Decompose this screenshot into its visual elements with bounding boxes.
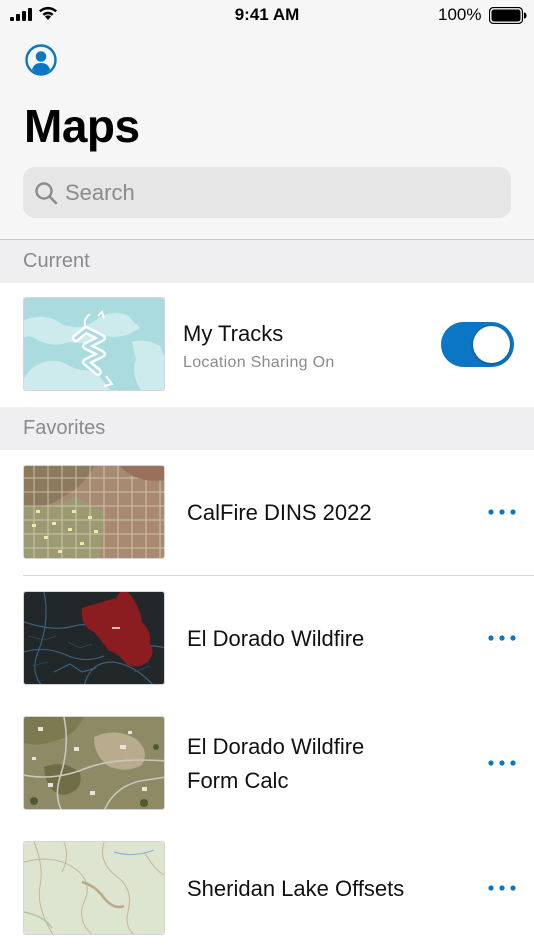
section-header-favorites: Favorites [0, 407, 534, 450]
search-input[interactable] [65, 167, 495, 218]
map-title: El Dorado Wildfire [187, 626, 365, 651]
list-item[interactable]: El Dorado Wildfire Form Calc [0, 701, 534, 827]
list-item[interactable]: Sheridan Lake Offsets [0, 826, 534, 950]
search-bar[interactable] [23, 167, 511, 218]
list-item[interactable]: El Dorado Wildfire [0, 576, 534, 702]
map-title: Sheridan Lake Offsets [187, 876, 405, 901]
more-icon[interactable] [486, 626, 518, 650]
profile-icon[interactable] [25, 44, 57, 76]
map-thumbnail [23, 716, 165, 810]
my-tracks-thumbnail [23, 297, 165, 391]
map-title: CalFire DINS 2022 [187, 500, 372, 525]
section-label: Current [23, 250, 90, 272]
toggle-knob [473, 326, 510, 363]
section-header-current: Current [0, 240, 534, 283]
status-bar: 9:41 AM 100% [0, 0, 534, 30]
map-title: El Dorado Wildfire Form Calc [187, 734, 365, 793]
battery-icon [489, 7, 527, 24]
location-sharing-status: Location Sharing On [183, 354, 335, 371]
more-icon[interactable] [486, 500, 518, 524]
list-item[interactable]: CalFire DINS 2022 [0, 450, 534, 576]
location-sharing-toggle[interactable] [441, 322, 514, 367]
battery-percent: 100% [438, 5, 482, 24]
my-tracks-row[interactable]: My Tracks Location Sharing On [0, 283, 534, 407]
my-tracks-title: My Tracks [183, 321, 284, 346]
section-label: Favorites [23, 417, 106, 439]
more-icon[interactable] [486, 876, 518, 900]
map-thumbnail [23, 465, 165, 559]
map-thumbnail [23, 841, 165, 935]
search-icon [35, 182, 58, 205]
map-thumbnail [23, 591, 165, 685]
page-title: Maps [24, 100, 140, 152]
more-icon[interactable] [486, 751, 518, 775]
